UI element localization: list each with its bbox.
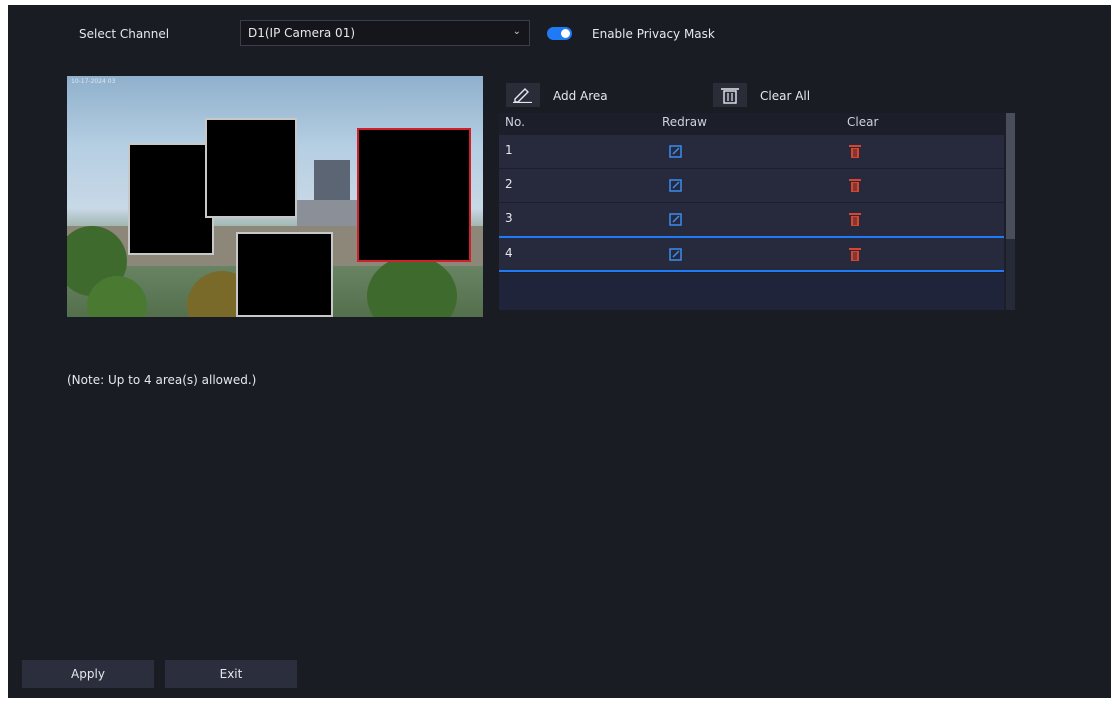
edit-icon — [669, 145, 682, 158]
add-area-button[interactable] — [506, 83, 540, 107]
edit-icon — [669, 179, 682, 192]
select-channel-label: Select Channel — [79, 27, 170, 41]
channel-select-value: D1(IP Camera 01) — [248, 26, 356, 40]
privacy-mask-area[interactable] — [128, 143, 214, 255]
clear-button[interactable] — [849, 212, 861, 229]
clear-all-button[interactable] — [713, 83, 747, 107]
toggle-knob — [561, 29, 570, 38]
table-row[interactable]: 2 — [499, 169, 1004, 202]
row-number: 4 — [505, 246, 513, 260]
privacy-mask-area[interactable] — [205, 118, 297, 218]
privacy-mask-label: Enable Privacy Mask — [592, 27, 715, 41]
table-row[interactable]: 1 — [499, 135, 1004, 168]
mask-area-table: No. Redraw Clear 1 2 3 4 — [499, 113, 1015, 310]
table-header: No. Redraw Clear — [499, 113, 1004, 131]
channel-select[interactable]: D1(IP Camera 01) ⌄ — [240, 20, 530, 46]
camera-preview[interactable]: 10-17-2024 03 — [67, 76, 483, 317]
apply-button[interactable]: Apply — [22, 660, 154, 688]
pencil-icon — [513, 88, 532, 103]
clear-button[interactable] — [849, 178, 861, 195]
row-number: 1 — [505, 143, 513, 157]
column-header-clear: Clear — [847, 115, 879, 129]
add-area-label[interactable]: Add Area — [553, 89, 608, 103]
redraw-button[interactable] — [669, 179, 682, 195]
delete-icon — [849, 179, 861, 192]
trash-icon — [721, 88, 739, 104]
privacy-mask-toggle[interactable] — [547, 27, 572, 40]
chevron-down-icon: ⌄ — [512, 26, 521, 37]
table-row-selected[interactable]: 4 — [499, 236, 1004, 272]
clear-button[interactable] — [849, 144, 861, 161]
table-row-empty — [499, 273, 1004, 310]
privacy-mask-area[interactable] — [236, 232, 333, 317]
clear-button[interactable] — [849, 247, 861, 264]
preview-overlay-text: 10-17-2024 03 — [71, 78, 116, 85]
delete-icon — [849, 213, 861, 226]
edit-icon — [669, 248, 682, 261]
column-header-no: No. — [505, 115, 525, 129]
edit-icon — [669, 213, 682, 226]
privacy-mask-area-selected[interactable] — [357, 128, 471, 262]
table-scrollbar-thumb[interactable] — [1006, 113, 1015, 239]
redraw-button[interactable] — [669, 145, 682, 161]
delete-icon — [849, 145, 861, 158]
row-number: 3 — [505, 211, 513, 225]
table-row[interactable]: 3 — [499, 203, 1004, 236]
row-number: 2 — [505, 177, 513, 191]
redraw-button[interactable] — [669, 248, 682, 264]
area-limit-note: (Note: Up to 4 area(s) allowed.) — [67, 373, 257, 387]
exit-button[interactable]: Exit — [165, 660, 297, 688]
delete-icon — [849, 248, 861, 261]
redraw-button[interactable] — [669, 213, 682, 229]
column-header-redraw: Redraw — [662, 115, 707, 129]
clear-all-label[interactable]: Clear All — [760, 89, 810, 103]
